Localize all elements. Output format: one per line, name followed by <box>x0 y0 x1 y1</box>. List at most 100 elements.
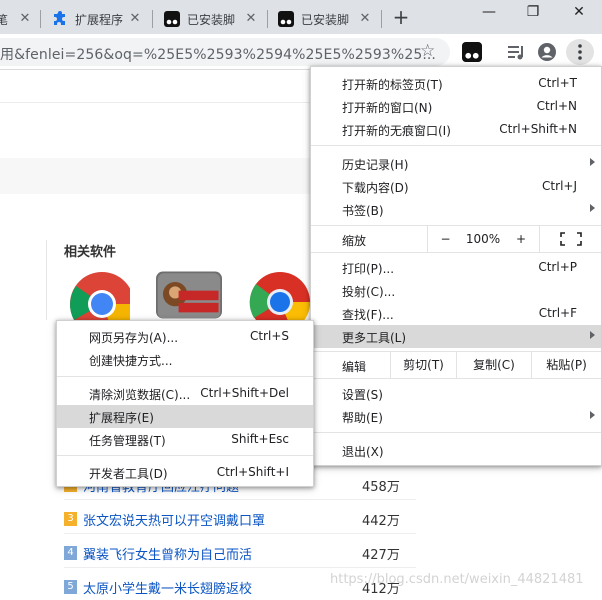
copy-button[interactable]: 复制(C) <box>456 352 531 378</box>
profile-avatar-icon[interactable] <box>537 42 557 62</box>
menu-item-label: 打开新的标签页(T) <box>342 78 443 92</box>
greasemonkey-app-icon[interactable] <box>156 268 222 322</box>
tab-title: 扩展程序 <box>75 12 124 27</box>
close-icon[interactable]: ✕ <box>18 12 32 26</box>
tampermonkey-icon <box>164 11 180 27</box>
fullscreen-icon <box>560 232 582 246</box>
menu-item-create-shortcut[interactable]: 创建快捷方式... <box>57 348 313 371</box>
url-text: 用&fenlei=256&oq=%25E5%2593%2594%25E5%259… <box>0 47 436 63</box>
menu-item-exit[interactable]: 退出(X) <box>311 439 601 462</box>
menu-item-label: 扩展程序(E) <box>89 411 154 425</box>
menu-item-shortcut: Ctrl+Shift+I <box>216 465 289 479</box>
chrome-app-icon[interactable] <box>64 268 130 322</box>
tab-separator <box>40 10 41 28</box>
menu-item-save-page[interactable]: 网页另存为(A)... Ctrl+S <box>57 325 313 348</box>
minimize-button[interactable]: — <box>466 4 512 26</box>
rank-title-link[interactable]: 张文宏说天热可以开空调戴口罩 <box>83 510 265 529</box>
rank-number: 4 <box>64 546 77 560</box>
list-item[interactable]: 3 张文宏说天热可以开空调戴口罩 442万 <box>64 500 416 534</box>
tab-separator <box>381 10 382 28</box>
menu-item-label: 开发者工具(D) <box>89 467 168 481</box>
zoom-level: 100% <box>465 232 501 246</box>
menu-item-cast[interactable]: 投射(C)... <box>311 279 601 302</box>
menu-item-label: 清除浏览数据(C)... <box>89 388 191 402</box>
sidebar-divider <box>46 240 47 320</box>
menu-item-label: 更多工具(L) <box>342 331 407 345</box>
related-software-title: 相关软件 <box>64 245 117 260</box>
menu-item-clear-browsing-data[interactable]: 清除浏览数据(C)... Ctrl+Shift+Del <box>57 382 313 405</box>
submenu-arrow-icon <box>590 331 595 339</box>
close-icon[interactable]: ✕ <box>244 12 258 26</box>
menu-item-label: 下载内容(D) <box>342 181 409 195</box>
toolbar: 用&fenlei=256&oq=%25E5%2593%2594%25E5%259… <box>0 34 602 70</box>
rank-title-link[interactable]: 太原小学生戴一米长翅膀返校 <box>83 578 252 597</box>
menu-item-find[interactable]: 查找(F)... Ctrl+F <box>311 302 601 325</box>
menu-item-shortcut: Ctrl+F <box>538 306 577 320</box>
menu-item-new-tab[interactable]: 打开新的标签页(T) Ctrl+T <box>311 72 601 95</box>
tab-strip: 笔 ✕ 扩展程序 ✕ 已安装脚 ✕ 已安装脚 ✕ + — ❐ ✕ <box>0 0 602 34</box>
tab-title: 已安装脚 <box>187 12 236 27</box>
menu-separator <box>57 376 313 377</box>
close-icon[interactable]: ✕ <box>128 12 142 26</box>
tab-0[interactable]: 笔 ✕ <box>0 4 38 34</box>
address-bar[interactable]: 用&fenlei=256&oq=%25E5%2593%2594%25E5%259… <box>0 38 450 66</box>
chrome-old-app-icon[interactable] <box>248 268 314 322</box>
menu-item-label: 历史记录(H) <box>342 158 409 172</box>
close-icon[interactable]: ✕ <box>358 12 372 26</box>
more-tools-submenu: 网页另存为(A)... Ctrl+S 创建快捷方式... 清除浏览数据(C)..… <box>56 320 314 487</box>
chrome-menu-button[interactable] <box>566 39 594 65</box>
tab-installed-scripts-2[interactable]: 已安装脚 ✕ <box>268 4 380 34</box>
menu-item-label: 打开新的窗口(N) <box>342 101 433 115</box>
submenu-arrow-icon <box>590 411 595 419</box>
list-item[interactable]: 4 翼装飞行女生曾称为自己而活 427万 <box>64 534 416 568</box>
chrome-main-menu: 打开新的标签页(T) Ctrl+T 打开新的窗口(N) Ctrl+N 打开新的无… <box>310 66 602 466</box>
menu-item-dev-tools[interactable]: 开发者工具(D) Ctrl+Shift+I <box>57 461 313 484</box>
tab-extensions[interactable]: 扩展程序 ✕ <box>42 4 150 34</box>
fullscreen-button[interactable] <box>539 226 601 252</box>
menu-item-print[interactable]: 打印(P)... Ctrl+P <box>311 256 601 279</box>
menu-item-label: 打印(P)... <box>342 262 395 276</box>
menu-item-label: 任务管理器(T) <box>89 434 166 448</box>
new-tab-button[interactable]: + <box>390 7 412 29</box>
tab-separator <box>152 10 153 28</box>
content-divider <box>0 102 320 103</box>
menu-item-settings[interactable]: 设置(S) <box>311 382 601 405</box>
menu-separator <box>311 252 601 253</box>
menu-item-bookmarks[interactable]: 书签(B) <box>311 198 601 221</box>
menu-separator <box>311 432 601 433</box>
tampermonkey-icon[interactable] <box>462 42 482 62</box>
cut-button[interactable]: 剪切(T) <box>390 352 456 378</box>
puzzle-icon <box>54 11 65 25</box>
tab-installed-scripts[interactable]: 已安装脚 ✕ <box>154 4 266 34</box>
rank-number: 3 <box>64 512 77 526</box>
paste-button[interactable]: 粘贴(P) <box>531 352 601 378</box>
menu-item-downloads[interactable]: 下载内容(D) Ctrl+J <box>311 175 601 198</box>
menu-item-extensions[interactable]: 扩展程序(E) <box>57 405 313 428</box>
menu-item-label: 书签(B) <box>342 204 384 218</box>
menu-item-shortcut: Ctrl+T <box>538 76 577 90</box>
menu-item-shortcut: Shift+Esc <box>231 432 289 446</box>
menu-item-history[interactable]: 历史记录(H) <box>311 152 601 175</box>
menu-item-label: 网页另存为(A)... <box>89 331 179 345</box>
bookmark-star-icon[interactable]: ☆ <box>420 41 435 61</box>
tab-title: 笔 <box>0 12 9 27</box>
menu-item-help[interactable]: 帮助(E) <box>311 405 601 428</box>
menu-item-label: 设置(S) <box>342 388 383 402</box>
zoom-out-button[interactable]: − <box>427 226 463 252</box>
zoom-in-button[interactable]: + <box>503 226 539 252</box>
menu-item-incognito[interactable]: 打开新的无痕窗口(I) Ctrl+Shift+N <box>311 118 601 141</box>
rank-count: 442万 <box>362 514 400 529</box>
close-window-button[interactable]: ✕ <box>556 4 602 26</box>
restore-button[interactable]: ❐ <box>510 4 556 26</box>
watermark: https://blog.csdn.net/weixin_44821481 <box>330 572 584 587</box>
menu-separator <box>311 145 601 146</box>
menu-item-shortcut: Ctrl+N <box>536 99 577 113</box>
menu-item-task-manager[interactable]: 任务管理器(T) Shift+Esc <box>57 428 313 451</box>
menu-item-shortcut: Ctrl+Shift+N <box>499 122 577 136</box>
rank-title-link[interactable]: 翼装飞行女生曾称为自己而活 <box>83 544 252 563</box>
media-queue-icon[interactable] <box>506 42 526 62</box>
menu-item-new-window[interactable]: 打开新的窗口(N) Ctrl+N <box>311 95 601 118</box>
menu-item-label: 创建快捷方式... <box>89 354 173 368</box>
menu-item-more-tools[interactable]: 更多工具(L) <box>311 325 601 348</box>
more-vertical-icon <box>578 44 582 60</box>
